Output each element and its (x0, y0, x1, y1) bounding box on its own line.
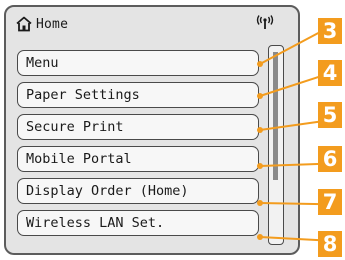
scrollbar-thumb[interactable] (273, 52, 278, 180)
display-order-home-button[interactable]: Display Order (Home) (17, 178, 259, 204)
callout-badge-8: 8 (318, 231, 342, 257)
callout-badge-4: 4 (318, 60, 342, 86)
menu-item-label: Paper Settings (26, 87, 140, 103)
figure: Home Menu Paper Settings Secure Print Mo… (0, 0, 345, 260)
callout-badge-5: 5 (318, 102, 342, 128)
wireless-lan-settings-button[interactable]: Wireless LAN Set. (17, 210, 259, 236)
secure-print-button[interactable]: Secure Print (17, 114, 259, 140)
menu-item-label: Display Order (Home) (26, 183, 189, 199)
page-title: Home (36, 16, 69, 32)
screen-header: Home (16, 13, 286, 35)
scrollbar[interactable] (268, 45, 284, 245)
callout-badge-7: 7 (318, 189, 342, 215)
paper-settings-button[interactable]: Paper Settings (17, 82, 259, 108)
menu-button[interactable]: Menu (17, 50, 259, 76)
menu-item-label: Wireless LAN Set. (26, 215, 165, 231)
menu-item-label: Mobile Portal (26, 151, 132, 167)
wireless-signal-icon (256, 15, 274, 31)
control-panel-screen: Home Menu Paper Settings Secure Print Mo… (4, 5, 300, 255)
home-icon[interactable] (16, 16, 32, 32)
mobile-portal-button[interactable]: Mobile Portal (17, 146, 259, 172)
menu-item-label: Menu (26, 55, 59, 71)
menu-item-label: Secure Print (26, 119, 124, 135)
callout-badge-6: 6 (318, 146, 342, 172)
callout-badge-3: 3 (318, 18, 342, 44)
